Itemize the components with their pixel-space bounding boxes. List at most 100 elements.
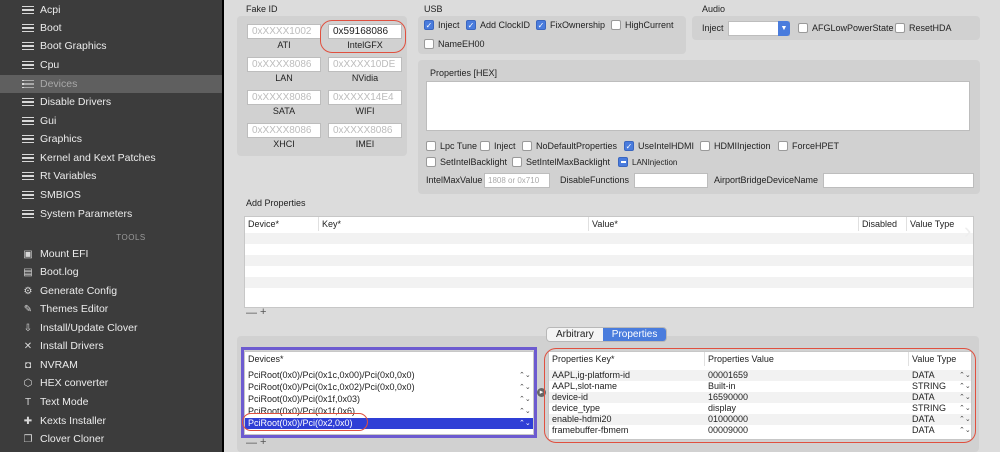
table-row[interactable]: AAPL,slot-name Built-in STRING ⌃⌄	[549, 381, 971, 392]
sidebar-item-cpu[interactable]: Cpu	[0, 56, 222, 74]
tools-icon: ✕	[23, 340, 33, 352]
stepper-icon[interactable]: ⌃⌄	[519, 406, 531, 417]
flag-forcehpet[interactable]: ForceHPET	[778, 141, 839, 151]
table-row-selected[interactable]: PciRoot(0x0)/Pci(0x2,0x0) ⌃⌄	[245, 418, 533, 429]
usb-nameeh00-checkbox[interactable]: NameEH00	[424, 39, 485, 49]
tool-install-drivers[interactable]: ✕ Install Drivers	[0, 337, 222, 355]
table-row[interactable]: enable-hdmi20 01000000 DATA ⌃⌄	[549, 414, 971, 425]
tool-mount-efi[interactable]: ▣ Mount EFI	[0, 245, 222, 263]
airportbridge-input[interactable]	[823, 173, 974, 188]
stepper-icon[interactable]: ⌃⌄	[959, 370, 971, 381]
table-row[interactable]: PciRoot(0x0)/Pci(0x1f,0x6) ⌃⌄	[245, 406, 533, 417]
sidebar-item-kernel-kext-patches[interactable]: Kernel and Kext Patches	[0, 149, 222, 167]
flag-nodefaultproperties[interactable]: NoDefaultProperties	[522, 141, 617, 151]
fake-id-intelgfx-field[interactable]: 0x59168086	[328, 24, 402, 39]
table-row[interactable]: device_type display STRING ⌃⌄	[549, 403, 971, 414]
sidebar-item-gui[interactable]: Gui	[0, 112, 222, 130]
tool-install-update-clover[interactable]: ⇩ Install/Update Clover	[0, 319, 222, 337]
table-row[interactable]: PciRoot(0x0)/Pci(0x1c,0x00)/Pci(0x0,0x0)…	[245, 370, 533, 381]
flag-hdmiinjection[interactable]: HDMIInjection	[700, 141, 771, 151]
fake-id-xhci-field[interactable]: 0xXXXX8086	[247, 123, 321, 138]
sidebar-item-graphics[interactable]: Graphics	[0, 130, 222, 148]
usb-highcurrent-checkbox[interactable]: HighCurrent	[611, 20, 674, 30]
fake-id-imei-field[interactable]: 0xXXXX8086	[328, 123, 402, 138]
tool-generate-config[interactable]: ⚙ Generate Config	[0, 282, 222, 300]
table-row[interactable]: PciRoot(0x0)/Pci(0x1c,0x02)/Pci(0x0,0x0)…	[245, 382, 533, 393]
stepper-icon[interactable]: ⌃⌄	[519, 394, 531, 405]
sidebar-item-smbios[interactable]: SMBIOS	[0, 186, 222, 204]
stepper-icon[interactable]: ⌃⌄	[959, 381, 971, 392]
tool-themes-editor[interactable]: ✎ Themes Editor	[0, 300, 222, 318]
sidebar-item-acpi[interactable]: Acpi	[0, 1, 222, 19]
col-device[interactable]: Device*	[245, 217, 319, 231]
airportbridge-label: AirportBridgeDeviceName	[714, 175, 819, 185]
audio-resethda-checkbox[interactable]: ResetHDA	[895, 23, 952, 33]
disablefunctions-input[interactable]	[634, 173, 708, 188]
sidebar-item-devices[interactable]: Devices	[0, 75, 222, 93]
flag-laninjection[interactable]: LANInjection	[618, 157, 677, 167]
fake-id-nvidia-field[interactable]: 0xXXXX10DE	[328, 57, 402, 72]
col-devices[interactable]: Devices*	[245, 352, 533, 366]
flag-setintelmaxbacklight[interactable]: SetIntelMaxBacklight	[512, 157, 610, 167]
usb-fixownership-checkbox[interactable]: ✓ FixOwnership	[536, 20, 605, 30]
table-row[interactable]: framebuffer-fbmem 00009000 DATA ⌃⌄	[549, 425, 971, 436]
stepper-icon[interactable]: ⌃⌄	[519, 418, 531, 429]
chevron-down-icon[interactable]: ▼	[778, 21, 790, 36]
table-row[interactable]: PciRoot(0x0)/Pci(0x1f,0x03) ⌃⌄	[245, 394, 533, 405]
tool-hex-converter[interactable]: ⬡ HEX converter	[0, 374, 222, 392]
chevron-right-icon[interactable]: ›	[964, 218, 971, 244]
stepper-icon[interactable]: ⌃⌄	[519, 370, 531, 381]
usb-inject-checkbox[interactable]: ✓ Inject	[424, 20, 460, 30]
remove-device-button[interactable]: —	[246, 437, 257, 449]
table-row[interactable]: device-id 16590000 DATA ⌃⌄	[549, 392, 971, 403]
sidebar-item-label: System Parameters	[40, 208, 133, 220]
tool-clover-cloner[interactable]: ❐ Clover Cloner	[0, 430, 222, 448]
flag-useintelhdmi[interactable]: ✓ UseIntelHDMI	[624, 141, 694, 151]
usb-add-clockid-checkbox[interactable]: ✓ Add ClockID	[466, 20, 530, 30]
col-disabled[interactable]: Disabled	[859, 217, 907, 231]
tab-arbitrary[interactable]: Arbitrary	[547, 328, 603, 341]
flag-setintelbacklight[interactable]: SetIntelBacklight	[426, 157, 507, 167]
check-icon: ✓	[466, 20, 476, 30]
sidebar-item-system-parameters[interactable]: System Parameters	[0, 205, 222, 223]
tool-text-mode[interactable]: T Text Mode	[0, 393, 222, 411]
stepper-icon[interactable]: ⌃⌄	[519, 382, 531, 393]
intelmaxvalue-input[interactable]: 1808 or 0x710	[484, 173, 550, 188]
checkbox-label: Add ClockID	[480, 20, 531, 30]
stepper-icon[interactable]: ⌃⌄	[959, 425, 971, 436]
col-value[interactable]: Value*	[589, 217, 859, 231]
flag-inject[interactable]: Inject	[480, 141, 516, 151]
audio-afglowpowerstate-checkbox[interactable]: AFGLowPowerState	[798, 23, 894, 33]
checkbox-label: AFGLowPowerState	[812, 23, 894, 33]
sidebar-item-rt-variables[interactable]: Rt Variables	[0, 167, 222, 185]
col-key[interactable]: Key*	[319, 217, 589, 231]
fake-id-sata-field[interactable]: 0xXXXX8086	[247, 90, 321, 105]
tab-properties[interactable]: Properties	[602, 328, 667, 341]
col-value-type[interactable]: Value Type	[909, 352, 972, 366]
tool-nvram[interactable]: ◘ NVRAM	[0, 356, 222, 374]
tool-label: Mount EFI	[40, 248, 89, 260]
tool-label: Text Mode	[40, 396, 89, 408]
sidebar-item-boot[interactable]: Boot	[0, 19, 222, 37]
check-icon: ✓	[624, 141, 634, 151]
check-icon: ✓	[424, 20, 434, 30]
add-device-button[interactable]: +	[260, 436, 266, 448]
col-properties-value[interactable]: Properties Value	[705, 352, 909, 366]
table-row[interactable]: AAPL,ig-platform-id 00001659 DATA ⌃⌄	[549, 370, 971, 381]
sidebar-item-disable-drivers[interactable]: Disable Drivers	[0, 93, 222, 111]
sidebar-item-boot-graphics[interactable]: Boot Graphics	[0, 37, 222, 55]
stepper-icon[interactable]: ⌃⌄	[959, 414, 971, 425]
remove-property-button[interactable]: —	[246, 307, 257, 319]
col-properties-key[interactable]: Properties Key*	[549, 352, 705, 366]
mode-segmented-control[interactable]: Arbitrary Properties	[546, 327, 668, 342]
fake-id-lan-field[interactable]: 0xXXXX8086	[247, 57, 321, 72]
properties-hex-textarea[interactable]	[426, 81, 970, 131]
stepper-icon[interactable]: ⌃⌄	[959, 403, 971, 414]
add-property-button[interactable]: +	[260, 306, 266, 318]
tool-boot-log[interactable]: ▤ Boot.log	[0, 263, 222, 281]
flag-lpc-tune[interactable]: Lpc Tune	[426, 141, 477, 151]
tool-kexts-installer[interactable]: ✚ Kexts Installer	[0, 412, 222, 430]
fake-id-ati-field[interactable]: 0xXXXX1002	[247, 24, 321, 39]
stepper-icon[interactable]: ⌃⌄	[959, 392, 971, 403]
fake-id-wifi-field[interactable]: 0xXXXX14E4	[328, 90, 402, 105]
